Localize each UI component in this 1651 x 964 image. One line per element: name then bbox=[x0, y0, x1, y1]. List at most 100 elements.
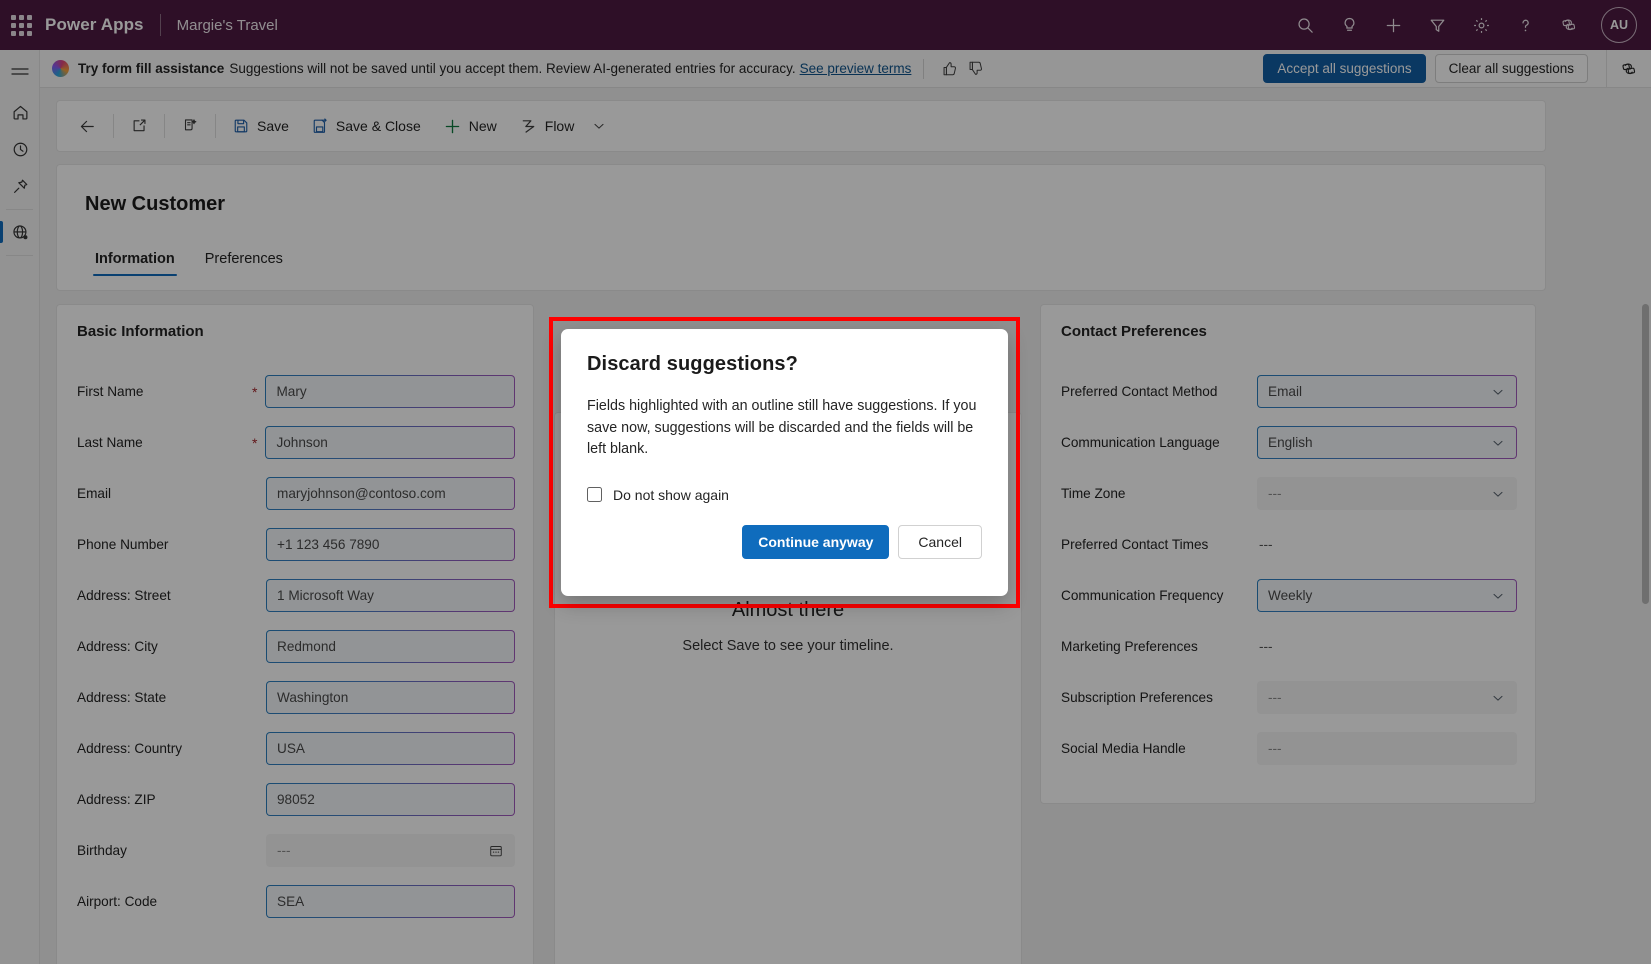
birthday-input[interactable]: --- bbox=[266, 834, 515, 867]
field-label: Subscription Preferences bbox=[1061, 690, 1257, 705]
field-preferred-contact-times: Preferred Contact Times --- bbox=[1041, 519, 1535, 570]
brand-title[interactable]: Power Apps bbox=[45, 15, 144, 35]
search-icon[interactable] bbox=[1285, 5, 1325, 45]
back-button[interactable] bbox=[67, 107, 108, 145]
do-not-show-again-label: Do not show again bbox=[613, 487, 729, 503]
open-in-new-button[interactable] bbox=[119, 107, 159, 145]
home-icon[interactable] bbox=[0, 94, 40, 131]
form-fill-assist-icon bbox=[181, 117, 199, 135]
chevron-down-icon bbox=[1490, 384, 1506, 400]
preview-terms-link[interactable]: See preview terms bbox=[800, 61, 912, 76]
field-birthday: Birthday --- bbox=[57, 825, 533, 876]
form-fill-assistance-banner: Try form fill assistance Suggestions wil… bbox=[40, 50, 1651, 88]
preferred-contact-times-value[interactable]: --- bbox=[1257, 537, 1517, 552]
field-label: Address: ZIP bbox=[77, 792, 252, 807]
last-name-input[interactable]: Johnson bbox=[265, 426, 515, 459]
avatar[interactable]: AU bbox=[1601, 7, 1637, 43]
address-street-input[interactable]: 1 Microsoft Way bbox=[266, 579, 515, 612]
subscription-preferences-select[interactable]: --- bbox=[1257, 681, 1517, 714]
thumbs-up-icon[interactable] bbox=[936, 56, 962, 82]
field-value: +1 123 456 7890 bbox=[277, 537, 379, 552]
address-zip-input[interactable]: 98052 bbox=[266, 783, 515, 816]
flow-label: Flow bbox=[545, 118, 575, 134]
app-launcher-icon[interactable] bbox=[7, 11, 35, 39]
top-bar-actions: AU bbox=[1285, 5, 1651, 45]
first-name-input[interactable]: Mary bbox=[265, 375, 515, 408]
copilot-icon[interactable] bbox=[1549, 5, 1589, 45]
pinned-icon[interactable] bbox=[0, 168, 40, 205]
field-value: --- bbox=[277, 843, 291, 858]
field-label: Phone Number bbox=[77, 537, 252, 552]
address-country-input[interactable]: USA bbox=[266, 732, 515, 765]
field-label: Communication Language bbox=[1061, 435, 1257, 450]
save-close-icon bbox=[311, 117, 329, 135]
rail-divider bbox=[6, 209, 33, 210]
form-fill-assist-button[interactable] bbox=[170, 107, 210, 145]
vertical-scrollbar[interactable] bbox=[1642, 304, 1649, 936]
page-title: New Customer bbox=[85, 193, 225, 216]
field-value: SEA bbox=[277, 894, 304, 909]
phone-number-input[interactable]: +1 123 456 7890 bbox=[266, 528, 515, 561]
cancel-button[interactable]: Cancel bbox=[898, 525, 982, 559]
field-value: Washington bbox=[277, 690, 348, 705]
settings-icon[interactable] bbox=[1461, 5, 1501, 45]
preferred-contact-method-select[interactable]: Email bbox=[1257, 375, 1517, 408]
chevron-down-icon bbox=[1490, 588, 1506, 604]
do-not-show-again-row[interactable]: Do not show again bbox=[587, 487, 982, 503]
field-label: Address: City bbox=[77, 639, 252, 654]
communication-frequency-select[interactable]: Weekly bbox=[1257, 579, 1517, 612]
field-address-zip: Address: ZIP 98052 bbox=[57, 774, 533, 825]
save-and-close-button[interactable]: Save & Close bbox=[300, 107, 432, 145]
chevron-down-icon bbox=[1490, 690, 1506, 706]
continue-anyway-button[interactable]: Continue anyway bbox=[742, 525, 889, 559]
do-not-show-again-checkbox[interactable] bbox=[587, 487, 602, 502]
field-address-city: Address: City Redmond bbox=[57, 621, 533, 672]
field-value: Weekly bbox=[1268, 588, 1312, 603]
save-button[interactable]: Save bbox=[221, 107, 300, 145]
required-asterisk: * bbox=[252, 435, 257, 451]
field-marketing-preferences: Marketing Preferences --- bbox=[1041, 621, 1535, 672]
idea-icon[interactable] bbox=[1329, 5, 1369, 45]
field-value: USA bbox=[277, 741, 305, 756]
calendar-icon[interactable] bbox=[488, 843, 504, 859]
chevron-down-icon[interactable] bbox=[585, 118, 613, 134]
marketing-preferences-value[interactable]: --- bbox=[1257, 639, 1517, 654]
recent-icon[interactable] bbox=[0, 131, 40, 168]
field-airport-code: Airport: Code SEA bbox=[57, 876, 533, 927]
globe-icon[interactable] bbox=[0, 214, 40, 251]
address-city-input[interactable]: Redmond bbox=[266, 630, 515, 663]
field-label: Marketing Preferences bbox=[1061, 639, 1257, 654]
app-name-label[interactable]: Margie's Travel bbox=[177, 17, 278, 34]
tab-preferences[interactable]: Preferences bbox=[193, 245, 295, 280]
time-zone-select[interactable]: --- bbox=[1257, 477, 1517, 510]
clear-all-suggestions-button[interactable]: Clear all suggestions bbox=[1435, 54, 1588, 83]
field-value: 98052 bbox=[277, 792, 315, 807]
add-icon[interactable] bbox=[1373, 5, 1413, 45]
address-state-input[interactable]: Washington bbox=[266, 681, 515, 714]
field-address-country: Address: Country USA bbox=[57, 723, 533, 774]
thumbs-down-icon[interactable] bbox=[962, 56, 988, 82]
tab-information[interactable]: Information bbox=[83, 245, 187, 280]
basic-information-title: Basic Information bbox=[57, 305, 533, 340]
field-value: Redmond bbox=[277, 639, 336, 654]
save-and-close-label: Save & Close bbox=[336, 118, 421, 134]
flow-button[interactable]: Flow bbox=[508, 107, 586, 145]
field-label: Preferred Contact Times bbox=[1061, 537, 1257, 552]
social-media-handle-input[interactable]: --- bbox=[1257, 732, 1517, 765]
field-label: Birthday bbox=[77, 843, 252, 858]
field-communication-language: Communication Language English bbox=[1041, 417, 1535, 468]
filter-icon[interactable] bbox=[1417, 5, 1457, 45]
email-input[interactable]: maryjohnson@contoso.com bbox=[266, 477, 515, 510]
hamburger-icon[interactable] bbox=[0, 50, 40, 94]
help-icon[interactable] bbox=[1505, 5, 1545, 45]
new-button[interactable]: New bbox=[432, 107, 508, 145]
timeline-empty-subtitle: Select Save to see your timeline. bbox=[555, 638, 1021, 654]
copilot-panel-icon[interactable] bbox=[1607, 50, 1651, 88]
app-root: Power Apps Margie's Travel bbox=[0, 0, 1651, 964]
command-divider-3 bbox=[215, 114, 216, 138]
field-label: Time Zone bbox=[1061, 486, 1257, 501]
airport-code-input[interactable]: SEA bbox=[266, 885, 515, 918]
accept-all-suggestions-button[interactable]: Accept all suggestions bbox=[1263, 54, 1425, 83]
field-label: Email bbox=[77, 486, 252, 501]
communication-language-select[interactable]: English bbox=[1257, 426, 1517, 459]
